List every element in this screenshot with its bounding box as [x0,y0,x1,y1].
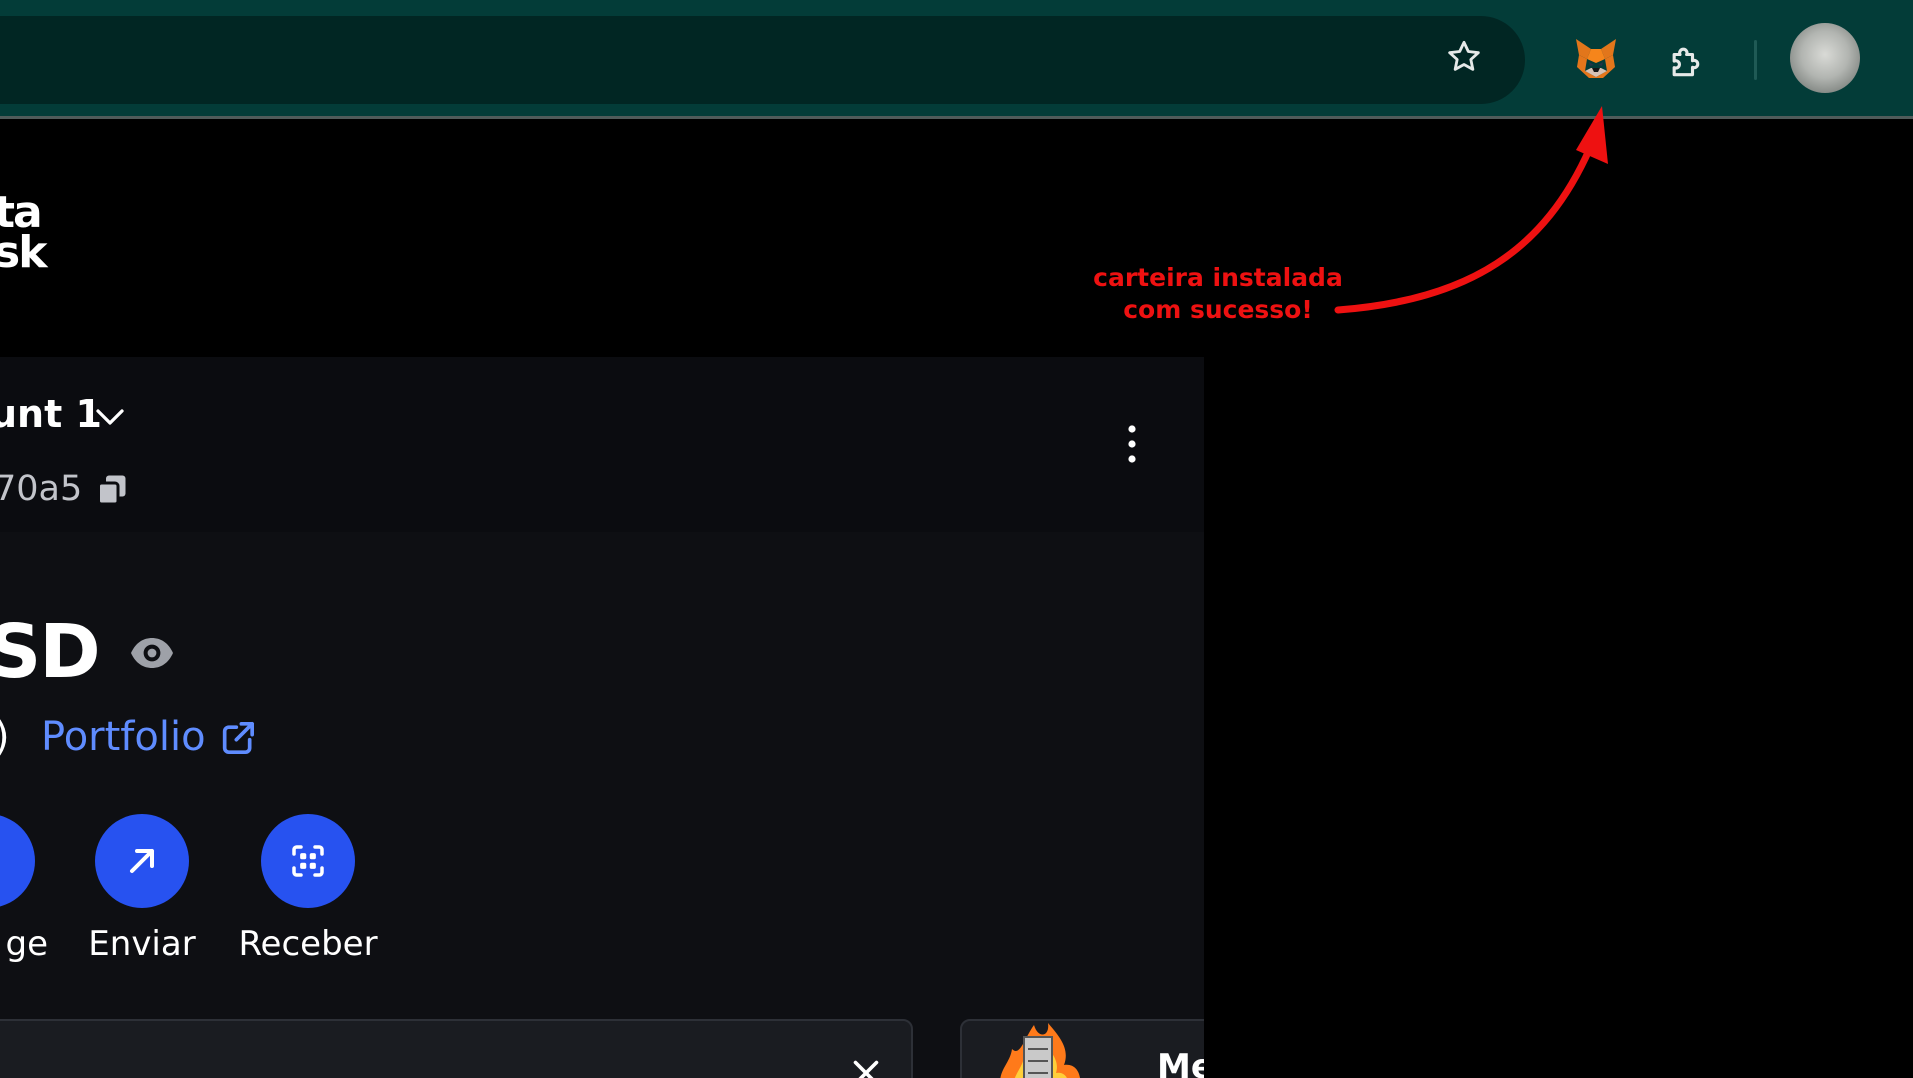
eye-icon[interactable] [128,629,176,677]
address-bar[interactable] [0,16,1525,104]
toolbar-divider [1754,40,1757,80]
annotation-line-2: com sucesso! [1123,295,1313,324]
promo-card[interactable] [0,1019,913,1078]
bridge-label: ge [5,924,49,964]
bridge-button[interactable] [0,814,35,908]
arrow-up-right-icon [130,849,154,873]
send-action[interactable]: Enviar [82,814,202,964]
annotation-label: carteira instalada com sucesso! [1088,262,1348,326]
balance-value: SD [0,609,101,695]
external-link-icon[interactable] [218,718,258,758]
metamask-fox-icon[interactable] [1570,32,1622,84]
qr-scan-icon [292,845,324,877]
annotation-line-1: carteira instalada [1093,263,1343,292]
receive-action[interactable]: Receber [238,814,378,964]
send-label: Enviar [88,924,196,964]
extensions-puzzle-icon[interactable] [1662,35,1712,85]
wallet-panel: unt 1 70a5 SD ) Portfolio [0,357,1204,1078]
account-name[interactable]: unt 1 [0,392,102,436]
balance-change: ) [0,714,10,760]
send-button[interactable] [95,814,189,908]
portfolio-link[interactable]: Portfolio [41,714,206,760]
card-illustration-icon [1000,1023,1080,1078]
account-address[interactable]: 70a5 [0,469,82,509]
screen: ta sk carteira instalada com sucesso! un… [0,0,1913,1078]
logo-line-2: sk [0,227,47,278]
receive-label: Receber [238,924,378,964]
info-card-title: Me [1157,1047,1204,1078]
profile-avatar[interactable] [1790,23,1860,93]
bridge-action[interactable]: ge [0,814,48,964]
account-header: unt 1 70a5 [0,357,1204,532]
receive-button[interactable] [261,814,355,908]
close-icon[interactable] [848,1055,884,1078]
more-options-icon[interactable] [1116,419,1148,469]
bookmark-star-icon[interactable] [1442,35,1486,79]
metamask-logo: ta sk [0,191,47,278]
chevron-down-icon[interactable] [92,399,128,435]
copy-icon[interactable] [94,471,130,507]
browser-toolbar [0,0,1913,119]
